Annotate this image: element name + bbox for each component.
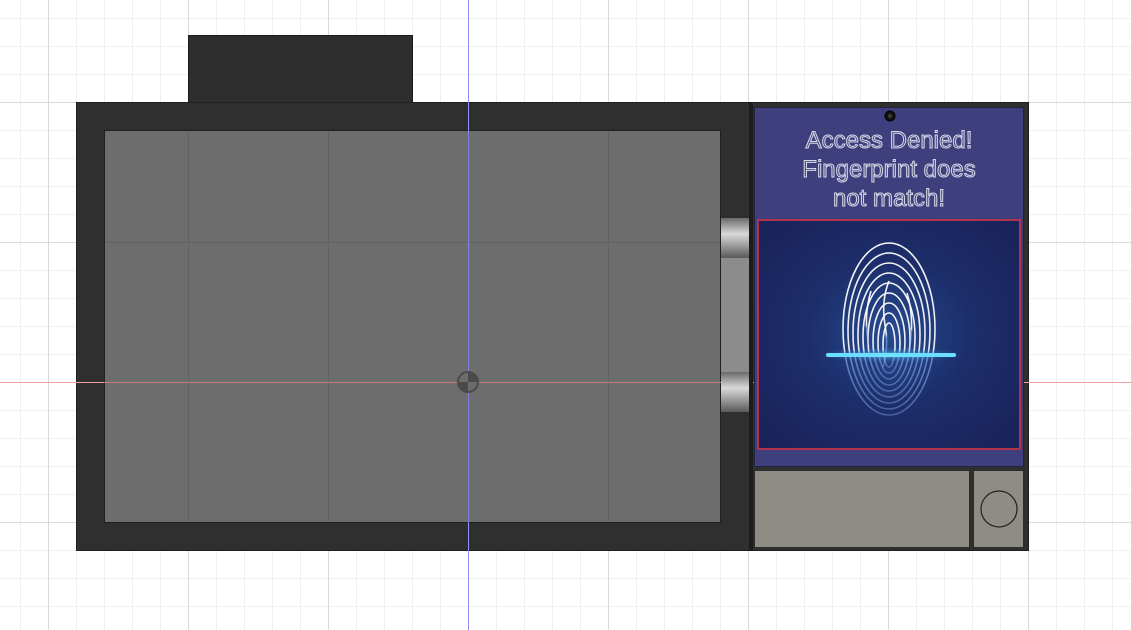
x-axis-line-inner [104, 382, 721, 383]
camera-icon [884, 110, 896, 122]
message-line-1: Access Denied! [805, 127, 973, 155]
housing-cavity [104, 130, 721, 523]
cad-viewport[interactable]: Access Denied! Fingerprint does not matc… [0, 0, 1131, 630]
hinge-bottom-cap [721, 372, 749, 412]
message-line-3: not match! [832, 185, 946, 213]
hinge-top-cap [721, 218, 749, 258]
fingerprint-scan-icon [819, 242, 963, 416]
y-axis-line-inner [468, 130, 469, 523]
fingerprint-scan-panel [757, 219, 1021, 450]
top-connector-block [188, 35, 413, 103]
circle-button-icon[interactable] [980, 490, 1018, 528]
origin-icon[interactable] [456, 370, 480, 394]
message-line-2: Fingerprint does [802, 156, 976, 184]
housing-divider [749, 102, 753, 551]
access-denied-message: Access Denied! Fingerprint does not matc… [756, 126, 1022, 213]
rectangular-button[interactable] [754, 470, 970, 548]
